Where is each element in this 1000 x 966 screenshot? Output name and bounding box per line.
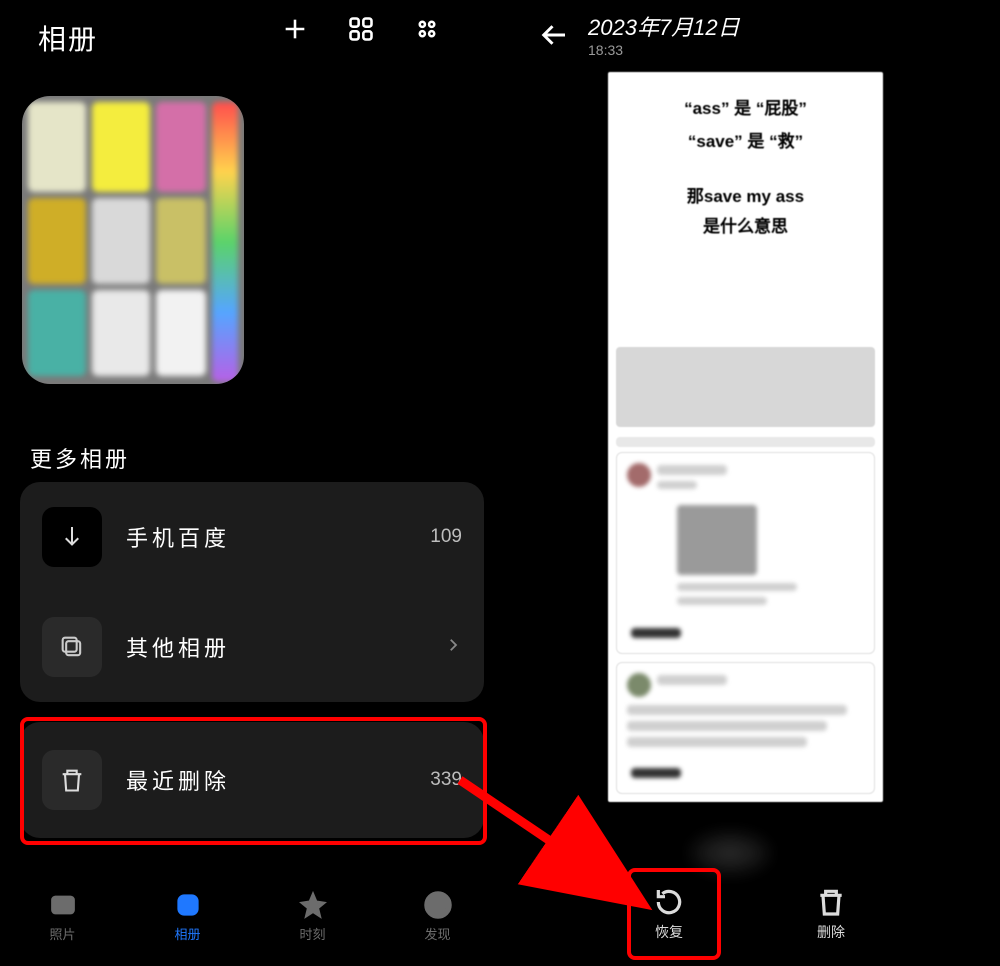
page-title: 相册 xyxy=(38,18,98,58)
right-screen: 2023年7月12日 18:33 “ass” 是 “屁股” “save” 是 “… xyxy=(500,0,1000,966)
tab-label: 发现 xyxy=(424,924,450,943)
tab-discover[interactable]: 发现 xyxy=(423,890,453,943)
album-label: 最近删除 xyxy=(126,764,430,796)
tab-albums[interactable]: 相册 xyxy=(173,890,203,943)
action-label: 恢复 xyxy=(655,922,683,942)
photo-text-line: “ass” 是 “屁股” xyxy=(608,94,883,119)
section-header-more-albums: 更多相册 xyxy=(30,442,130,474)
photo-card xyxy=(616,662,875,794)
album-thumbnail[interactable] xyxy=(22,96,244,384)
more-icon[interactable] xyxy=(412,14,442,44)
album-count: 109 xyxy=(430,526,462,548)
photo-actions: 恢复 删除 xyxy=(500,868,1000,960)
chevron-right-icon xyxy=(444,636,462,659)
photo-time: 18:33 xyxy=(588,42,623,58)
photo-card xyxy=(616,452,875,654)
tab-label: 相册 xyxy=(174,924,200,943)
trash-icon xyxy=(42,750,102,810)
delete-button[interactable]: 删除 xyxy=(815,886,847,942)
photo-text-line: 那save my ass xyxy=(608,182,883,207)
album-count: 339 xyxy=(430,769,462,791)
plus-icon[interactable] xyxy=(280,14,310,44)
album-item-other[interactable]: 其他相册 xyxy=(20,592,484,702)
left-screen: 相册 xyxy=(0,0,500,966)
photo-blur-block xyxy=(616,437,875,447)
photo-blur-block xyxy=(616,347,875,427)
album-item-recent-deleted[interactable]: 最近删除 339 xyxy=(20,722,484,838)
photo-preview[interactable]: “ass” 是 “屁股” “save” 是 “救” 那save my ass 是… xyxy=(608,72,883,802)
action-label: 删除 xyxy=(817,922,845,942)
photo-text-line: 是什么意思 xyxy=(608,212,883,237)
grid-icon[interactable] xyxy=(346,14,376,44)
album-label: 手机百度 xyxy=(126,521,430,553)
photo-date: 2023年7月12日 xyxy=(588,10,740,42)
tab-photos[interactable]: 照片 xyxy=(48,890,78,943)
tab-label: 照片 xyxy=(49,924,75,943)
download-icon xyxy=(42,507,102,567)
album-item-baidu[interactable]: 手机百度 109 xyxy=(20,482,484,592)
album-group: 手机百度 109 其他相册 xyxy=(20,482,484,702)
restore-button[interactable]: 恢复 xyxy=(653,886,685,942)
back-button[interactable] xyxy=(540,20,570,55)
tab-moments[interactable]: 时刻 xyxy=(298,890,328,943)
bottom-tabs: 照片 相册 时刻 发现 xyxy=(0,874,500,958)
photo-text-line: “save” 是 “救” xyxy=(608,127,883,152)
album-label: 其他相册 xyxy=(126,631,432,663)
stack-icon xyxy=(42,617,102,677)
tab-label: 时刻 xyxy=(299,924,325,943)
